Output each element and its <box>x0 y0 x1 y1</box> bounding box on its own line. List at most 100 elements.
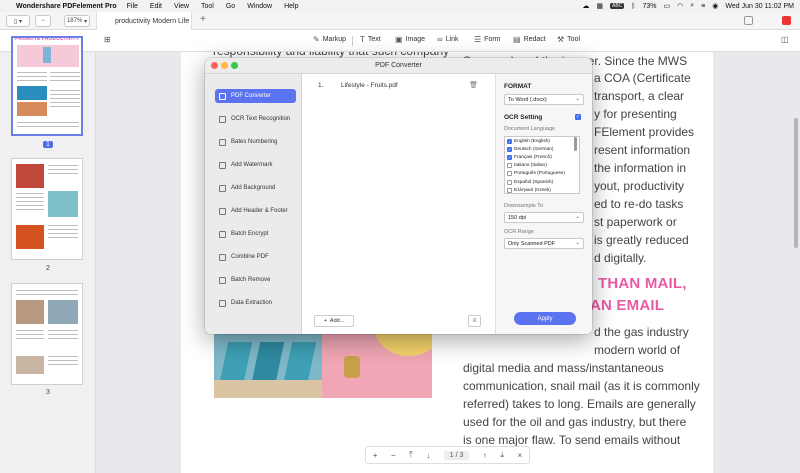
app-menu[interactable]: Wondershare PDFelement Pro <box>16 3 117 10</box>
tab-document[interactable]: productivity Modern Life <box>96 12 192 30</box>
panel-toggle-icon[interactable]: ◫ <box>781 35 789 44</box>
language-list[interactable]: ✓ English (English) ✓ Deutsch (German) ✓ Fr… <box>504 136 580 194</box>
trash-icon[interactable]: 🗑 <box>469 81 478 89</box>
ocr-range-select[interactable]: Only Scanned PDF ⌄ <box>504 238 584 249</box>
wifi-icon[interactable]: ◠ <box>677 2 683 10</box>
add-tab-button[interactable]: + <box>200 14 206 25</box>
sidebar-item-pdf-converter[interactable]: PDF Converter <box>215 89 296 103</box>
grid-icon[interactable]: ▦ <box>596 2 603 10</box>
battery-percent[interactable]: 73% <box>643 3 657 10</box>
redact-tool-button[interactable]: ▤ Redact <box>513 35 546 44</box>
format-select[interactable]: To Word (.docx) ⌄ <box>504 94 584 105</box>
zoom-value: 187% <box>66 18 83 24</box>
control-center-icon[interactable]: ≡ <box>701 3 705 10</box>
sidebar-item-add-background[interactable]: Add Background <box>215 181 296 195</box>
checkbox-unchecked[interactable] <box>507 179 512 185</box>
apply-button[interactable]: Apply <box>514 312 576 325</box>
menu-view[interactable]: View <box>174 3 189 10</box>
language-option[interactable]: Ελληνικά (Greek) <box>505 186 579 193</box>
language-list-scrollbar[interactable] <box>574 137 577 151</box>
checkbox-checked[interactable]: ✓ <box>507 146 512 152</box>
next-page-icon[interactable]: ↑ <box>483 451 487 460</box>
sidebar-item-header-footer[interactable]: Add Header & Footer <box>215 204 296 218</box>
screen-icon[interactable] <box>744 16 753 25</box>
doc-text-line: digital media and mass/instantaneous <box>463 361 664 375</box>
language-option[interactable]: ✓ Français (French) <box>505 153 579 161</box>
previous-page-icon[interactable]: ↓ <box>426 451 430 460</box>
checkbox-checked[interactable]: ✓ <box>507 154 512 160</box>
form-tool-label: Form <box>484 36 501 43</box>
markup-tool-button[interactable]: ✎ Markup <box>313 35 346 44</box>
thumbnail-line <box>50 106 80 107</box>
downsample-select[interactable]: 150 dpi ⌄ <box>504 212 584 223</box>
language-option[interactable]: ✓ English (English) <box>505 137 579 145</box>
cloud-icon[interactable]: ☁ <box>582 2 589 10</box>
sidebar-item-bates-numbering[interactable]: Bates Numbering <box>215 135 296 149</box>
list-options-button[interactable]: ≡ <box>468 315 481 327</box>
minimize-window-icon[interactable] <box>221 62 228 69</box>
wondershare-logo-icon[interactable] <box>782 16 791 25</box>
doc-text-line: y for presenting <box>594 107 677 121</box>
sidebar-item-label: PDF Converter <box>231 93 272 99</box>
first-page-icon[interactable]: ⤒ <box>409 450 413 460</box>
sidebar-toggle-button[interactable]: ▯ ▾ <box>6 15 30 27</box>
page-indicator[interactable]: 1 / 3 <box>443 450 470 460</box>
sidebar-item-ocr[interactable]: OCR Text Recognition <box>215 112 296 126</box>
menu-go[interactable]: Go <box>226 3 235 10</box>
language-option[interactable]: Español (Spanish) <box>505 178 579 186</box>
checkbox-unchecked[interactable] <box>507 171 512 177</box>
zoom-in-icon[interactable]: + <box>373 451 378 460</box>
vertical-scrollbar[interactable] <box>794 118 798 248</box>
zoom-out-button[interactable]: − <box>35 15 51 27</box>
sidebar-item-data-extraction[interactable]: Data Extraction <box>215 296 296 310</box>
siri-icon[interactable]: ◉ <box>712 2 718 10</box>
thumbnail-page-2[interactable] <box>11 158 83 260</box>
sidebar-item-add-watermark[interactable]: Add Watermark <box>215 158 296 172</box>
checkbox-checked[interactable]: ✓ <box>507 138 512 144</box>
highlighter-icon: ✎ <box>313 35 320 44</box>
thumbnail-line <box>16 290 78 291</box>
close-window-icon[interactable] <box>211 62 218 69</box>
image-tool-button[interactable]: ▣ Image <box>395 35 425 44</box>
thumbnail-page-3[interactable] <box>11 283 83 385</box>
zoom-out-icon[interactable]: − <box>391 451 396 460</box>
checkbox-unchecked[interactable] <box>507 187 512 193</box>
menu-file[interactable]: File <box>127 3 138 10</box>
page-navigation-bar: + − ⤒ ↓ 1 / 3 ↑ ⤓ × <box>365 446 530 464</box>
zoom-select[interactable]: 187% ▾ <box>64 15 90 27</box>
ocr-setting-checkbox[interactable]: ✓ <box>575 114 581 120</box>
last-page-icon[interactable]: ⤓ <box>500 450 504 460</box>
language-option[interactable]: ✓ Deutsch (German) <box>505 145 579 153</box>
ocr-range-label: OCR Range <box>504 229 534 235</box>
text-tool-button[interactable]: T Text <box>360 35 381 44</box>
sidebar-item-combine-pdf[interactable]: Combine PDF <box>215 250 296 264</box>
sidebar-item-batch-encrypt[interactable]: Batch Encrypt <box>215 227 296 241</box>
menu-window[interactable]: Window <box>247 3 272 10</box>
thumbnail-page-1-title: PROMOTE PRODUCTIVITY <box>15 36 79 42</box>
sidebar-item-label: Combine PDF <box>231 254 269 260</box>
search-icon[interactable]: ⌕ <box>690 2 694 10</box>
maximize-window-icon[interactable] <box>231 62 238 69</box>
doc-text-line: d the gas industry <box>594 325 689 339</box>
form-tool-button[interactable]: ☰ Form <box>474 35 501 44</box>
thumbnail-line <box>50 80 80 81</box>
bluetooth-icon[interactable]: ᛒ <box>631 3 635 10</box>
menu-help[interactable]: Help <box>284 3 298 10</box>
tool-tool-button[interactable]: ⚒ Tool <box>557 35 580 44</box>
language-option[interactable]: Português (Portuguese) <box>505 170 579 178</box>
clock[interactable]: Wed Jun 30 11:02 PM <box>725 3 794 10</box>
menu-edit[interactable]: Edit <box>150 3 162 10</box>
sidebar-item-batch-remove[interactable]: Batch Remove <box>215 273 296 287</box>
layout-icon[interactable]: ⊞ <box>104 35 111 44</box>
language-name: Italiano (Italian) <box>514 163 547 169</box>
link-tool-button[interactable]: ∞ Link <box>437 35 459 44</box>
thumbnail-line <box>16 205 44 206</box>
close-icon[interactable]: × <box>517 451 522 460</box>
add-files-button[interactable]: + Add... <box>314 315 354 327</box>
language-option[interactable]: Italiano (Italian) <box>505 162 579 170</box>
thumbnail-page-1[interactable]: PROMOTE PRODUCTIVITY <box>11 36 83 136</box>
checkbox-unchecked[interactable] <box>507 163 512 169</box>
file-list-item[interactable]: 1. Lifestyle - Fruits.pdf 🗑 <box>318 82 478 89</box>
keyboard-input-badge[interactable]: ABC <box>610 3 625 9</box>
menu-tool[interactable]: Tool <box>201 3 214 10</box>
